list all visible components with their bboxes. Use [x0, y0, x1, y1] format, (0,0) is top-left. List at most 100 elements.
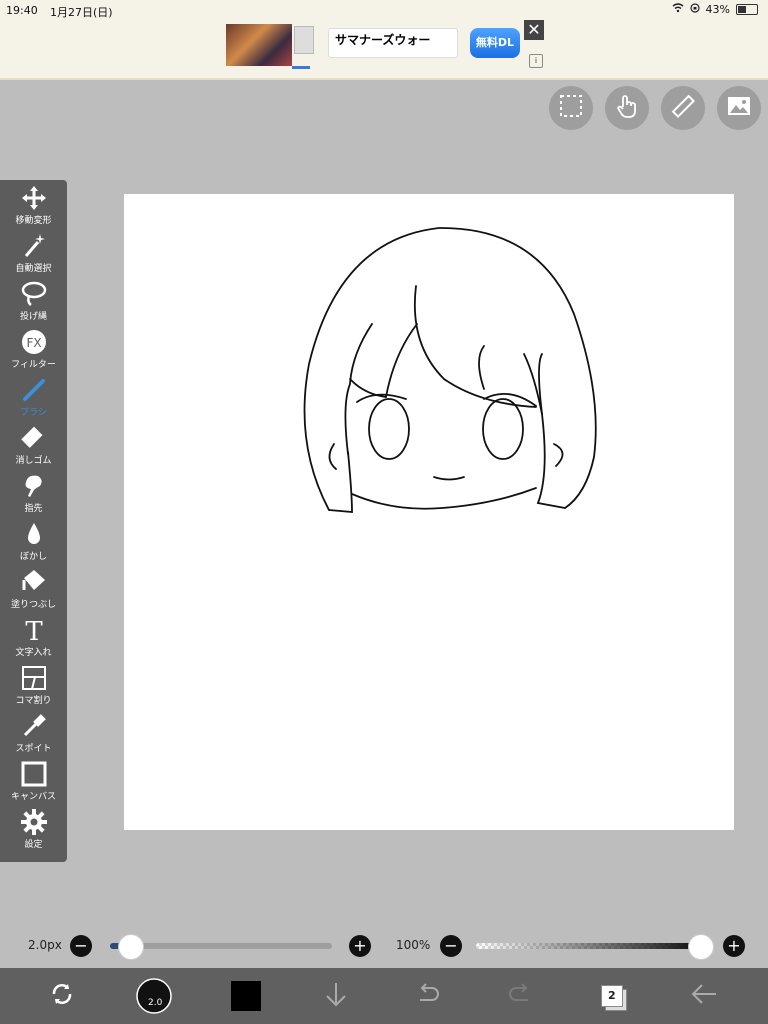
tool-canvas[interactable]: キャンバス [0, 756, 67, 804]
ad-close-icon[interactable]: ✕ [524, 20, 544, 40]
transform-button[interactable] [44, 978, 80, 1014]
wifi-icon [672, 3, 684, 16]
brush-size-knob[interactable] [118, 934, 144, 960]
opacity-label: 100% [396, 938, 431, 952]
tool-eraser-label: 消しゴム [15, 456, 52, 466]
opacity-row: 100% − + [384, 932, 768, 960]
selection-icon [558, 93, 584, 123]
brush-size-label: 2.0px [28, 938, 62, 952]
tool-frame[interactable]: コマ割り [0, 660, 67, 708]
opacity-knob[interactable] [688, 934, 714, 960]
status-time: 19:40 [6, 4, 38, 17]
tool-text-label: 文字入れ [15, 648, 52, 658]
top-tools [549, 86, 761, 130]
layers-button[interactable]: 2 [594, 978, 630, 1014]
tool-brush-label: ブラシ [20, 408, 47, 418]
tool-magic-wand-label: 自動選択 [15, 264, 52, 274]
tool-magic-wand[interactable]: 自動選択 [0, 228, 67, 276]
brush-size-plus-button[interactable]: + [349, 935, 371, 957]
brush-size-button[interactable]: 2.0 [136, 978, 172, 1014]
ad-app-icon[interactable] [294, 26, 314, 54]
tool-fill[interactable]: 塗りつぶし [0, 564, 67, 612]
tool-eyedropper[interactable]: スポイト [0, 708, 67, 756]
status-right: 43% [672, 3, 758, 16]
fx-icon: FX [21, 330, 46, 354]
undo-button[interactable] [410, 978, 446, 1014]
redo-button[interactable] [502, 978, 538, 1014]
tool-lasso-label: 投げ縄 [19, 312, 47, 322]
opacity-track[interactable] [476, 943, 698, 949]
tool-move[interactable]: 移動変形 [0, 180, 67, 228]
tool-canvas-label: キャンバス [10, 792, 56, 802]
arrow-down-icon [322, 980, 350, 1012]
drawing-canvas[interactable] [124, 194, 734, 830]
rotate-icon [48, 980, 76, 1012]
gear-icon [20, 809, 47, 835]
tool-settings-label: 設定 [24, 840, 43, 850]
tool-finger-label: 指先 [24, 504, 43, 514]
ad-image[interactable] [226, 24, 292, 66]
image-icon [726, 93, 752, 123]
brush-size-row: 2.0px − + [0, 932, 384, 960]
chibi-drawing [303, 227, 597, 513]
tool-filter-label: フィルター [11, 360, 56, 370]
tool-eraser[interactable]: 消しゴム [0, 420, 67, 468]
tool-palette: 移動変形 自動選択 投げ縄 FX フィルター ブラシ 消しゴム 指先 ぼかし 塗… [0, 180, 67, 862]
svg-text:T: T [25, 617, 43, 644]
image-button[interactable] [717, 86, 761, 130]
tool-lasso[interactable]: 投げ縄 [0, 276, 67, 324]
bottom-bar: 2.0 2 [0, 968, 768, 1024]
layer-count: 2 [608, 989, 616, 1002]
ad-banner[interactable]: サマナーズウォー 無料DL ✕ i [0, 20, 768, 80]
move-icon [21, 186, 46, 210]
ruler-icon [670, 93, 696, 123]
eraser-icon [20, 426, 42, 448]
status-bar: 19:40 1月27日(日) 43% [0, 0, 768, 22]
selection-button[interactable] [549, 86, 593, 130]
ad-download-button[interactable]: 無料DL [470, 28, 520, 58]
brush-size-indicator [136, 978, 172, 1014]
tool-finger[interactable]: 指先 [0, 468, 67, 516]
svg-text:FX: FX [26, 336, 41, 350]
status-date: 1月27日(日) [50, 6, 113, 19]
lasso-icon [21, 281, 46, 306]
tool-settings[interactable]: 設定 [0, 804, 67, 852]
tool-move-label: 移動変形 [15, 216, 52, 226]
back-button[interactable] [686, 978, 722, 1014]
ad-strip [292, 66, 310, 69]
tool-eyedropper-label: スポイト [15, 744, 52, 754]
fill-icon [22, 570, 45, 590]
tool-blur[interactable]: ぼかし [0, 516, 67, 564]
brush-icon [22, 379, 45, 401]
finger-icon [25, 475, 42, 497]
color-button[interactable] [228, 978, 264, 1014]
ruler-button[interactable] [661, 86, 705, 130]
redo-icon [506, 980, 534, 1012]
eyedropper-icon [23, 714, 46, 737]
tool-frame-label: コマ割り [15, 696, 52, 706]
tool-fill-label: 塗りつぶし [10, 600, 57, 610]
blur-icon [27, 523, 40, 544]
brush-size-badge: 2.0 [148, 998, 163, 1008]
tool-text[interactable]: T 文字入れ [0, 612, 67, 660]
tool-brush[interactable]: ブラシ [0, 372, 67, 420]
canvas-icon [21, 761, 46, 787]
gesture-icon [614, 93, 640, 123]
tool-blur-label: ぼかし [19, 552, 47, 562]
gesture-button[interactable] [605, 86, 649, 130]
magic-wand-icon [24, 234, 45, 257]
orientation-lock-icon [689, 3, 700, 16]
color-swatch [231, 981, 261, 1011]
battery-icon [736, 4, 758, 15]
opacity-plus-button[interactable]: + [723, 935, 745, 957]
opacity-minus-button[interactable]: − [440, 935, 462, 957]
frame-icon [21, 666, 46, 690]
ad-title[interactable]: サマナーズウォー [328, 28, 458, 58]
tool-filter[interactable]: FX フィルター [0, 324, 67, 372]
arrow-left-icon [690, 980, 718, 1012]
text-icon: T [25, 617, 43, 644]
undo-icon [414, 980, 442, 1012]
download-button[interactable] [318, 978, 354, 1014]
brush-size-minus-button[interactable]: − [70, 935, 92, 957]
ad-info-icon[interactable]: i [529, 54, 543, 68]
